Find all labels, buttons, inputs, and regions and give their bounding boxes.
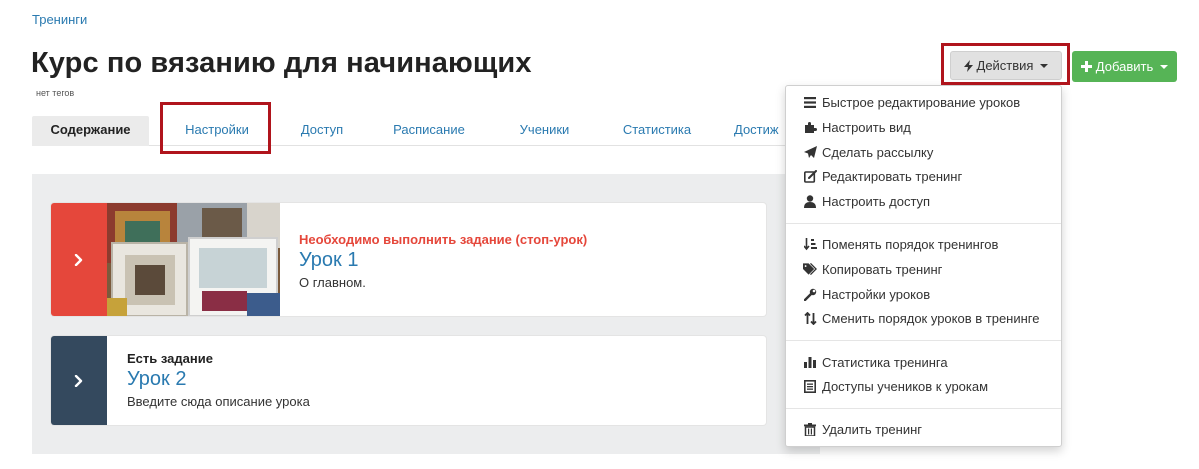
lesson-expand-button[interactable] bbox=[51, 336, 107, 425]
tab-schedule[interactable]: Расписание bbox=[384, 116, 474, 146]
lesson-title[interactable]: Урок 1 bbox=[299, 249, 587, 272]
menu-item-copy-training[interactable]: Копировать тренинг bbox=[803, 259, 942, 279]
breadcrumb[interactable]: Тренинги bbox=[32, 12, 87, 27]
menu-item-send-mailing[interactable]: Сделать рассылку bbox=[803, 142, 933, 162]
menu-item-label: Сменить порядок уроков в тренинге bbox=[822, 310, 1040, 326]
add-button[interactable]: Добавить bbox=[1072, 51, 1177, 82]
menu-item-edit-training[interactable]: Редактировать тренинг bbox=[803, 166, 962, 186]
menu-item-quick-edit-lessons[interactable]: Быстрое редактирование уроков bbox=[803, 92, 1020, 112]
chevron-right-icon bbox=[74, 374, 83, 387]
tab-content[interactable]: Содержание bbox=[32, 116, 149, 146]
menu-item-customize-view[interactable]: Настроить вид bbox=[803, 117, 911, 137]
actions-button-label: Действия bbox=[976, 58, 1034, 73]
list-icon bbox=[804, 96, 816, 108]
lesson-card[interactable]: Есть задание Урок 2 Введите сюда описани… bbox=[51, 336, 766, 425]
menu-item-student-lesson-access[interactable]: Доступы учеников к урокам bbox=[803, 376, 988, 396]
menu-item-training-statistics[interactable]: Статистика тренинга bbox=[803, 352, 948, 372]
lesson-thumbnail bbox=[107, 203, 280, 316]
trash-icon bbox=[804, 422, 816, 436]
paper-plane-icon bbox=[803, 145, 817, 158]
menu-item-reorder-lessons[interactable]: Сменить порядок уроков в тренинге bbox=[803, 308, 1039, 328]
menu-item-label: Статистика тренинга bbox=[822, 354, 948, 370]
menu-item-label: Настроить доступ bbox=[822, 193, 931, 209]
chevron-right-icon bbox=[74, 253, 83, 266]
tab-settings[interactable]: Настройки bbox=[167, 116, 267, 146]
lesson-expand-button[interactable] bbox=[51, 203, 107, 316]
menu-divider bbox=[786, 340, 1061, 341]
lesson-title[interactable]: Урок 2 bbox=[127, 368, 310, 391]
menu-divider bbox=[786, 408, 1061, 409]
lightning-icon bbox=[963, 59, 973, 72]
menu-item-label: Сделать рассылку bbox=[822, 144, 934, 160]
user-icon bbox=[804, 194, 816, 208]
actions-button[interactable]: Действия bbox=[950, 51, 1062, 80]
tab-access[interactable]: Доступ bbox=[288, 116, 356, 146]
puzzle-icon bbox=[804, 121, 817, 133]
document-list-icon bbox=[804, 379, 816, 393]
menu-item-lesson-settings[interactable]: Настройки уроков bbox=[803, 284, 930, 304]
menu-divider bbox=[786, 223, 1061, 224]
lesson-card[interactable]: Необходимо выполнить задание (стоп-урок)… bbox=[51, 203, 766, 316]
menu-item-label: Удалить тренинг bbox=[822, 421, 923, 437]
caret-down-icon bbox=[1040, 63, 1049, 68]
menu-item-reorder-trainings[interactable]: Поменять порядок тренингов bbox=[803, 234, 998, 254]
lesson-status: Есть задание bbox=[127, 351, 213, 366]
edit-icon bbox=[803, 169, 817, 183]
tags-icon bbox=[803, 263, 817, 275]
actions-dropdown: Быстрое редактирование уроков Настроить … bbox=[785, 85, 1062, 447]
add-button-label: Добавить bbox=[1095, 59, 1154, 74]
lesson-description: Введите сюда описание урока bbox=[127, 394, 310, 409]
wrench-icon bbox=[803, 288, 816, 301]
sort-order-icon bbox=[803, 237, 817, 250]
tab-statistics[interactable]: Статистика bbox=[612, 116, 702, 146]
sort-arrows-icon bbox=[803, 311, 817, 325]
lesson-description: О главном. bbox=[299, 275, 366, 290]
plus-icon bbox=[1080, 61, 1092, 72]
menu-item-delete-training[interactable]: Удалить тренинг bbox=[803, 419, 922, 439]
menu-item-label: Настройки уроков bbox=[822, 286, 931, 302]
menu-item-label: Копировать тренинг bbox=[822, 261, 943, 277]
menu-item-configure-access[interactable]: Настроить доступ bbox=[803, 191, 930, 211]
bar-chart-icon bbox=[804, 357, 816, 368]
menu-item-label: Доступы учеников к урокам bbox=[822, 378, 989, 394]
menu-item-label: Редактировать тренинг bbox=[822, 168, 963, 184]
menu-item-label: Настроить вид bbox=[822, 119, 911, 135]
menu-item-label: Поменять порядок тренингов bbox=[822, 236, 999, 252]
caret-down-icon bbox=[1160, 64, 1169, 69]
lesson-info: Есть задание Урок 2 Введите сюда описани… bbox=[127, 351, 310, 409]
lesson-info: Необходимо выполнить задание (стоп-урок)… bbox=[299, 232, 587, 290]
page-title: Курс по вязанию для начинающих bbox=[31, 47, 532, 79]
tags-label: нет тегов bbox=[36, 88, 75, 98]
tab-students[interactable]: Ученики bbox=[507, 116, 582, 146]
lesson-status: Необходимо выполнить задание (стоп-урок) bbox=[299, 232, 588, 247]
menu-item-label: Быстрое редактирование уроков bbox=[822, 94, 1021, 110]
